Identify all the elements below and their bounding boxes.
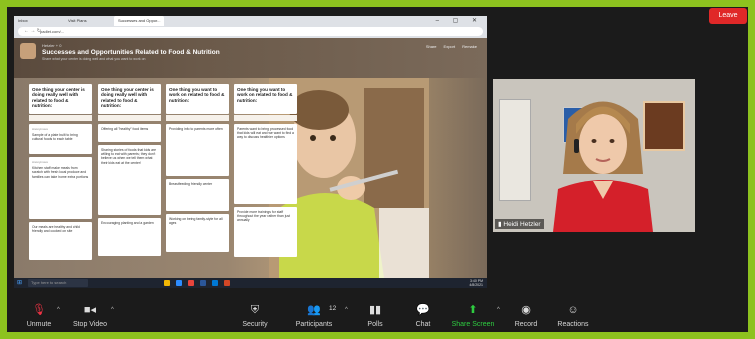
post-card[interactable]: Our meals are healthy and child friendly… [29, 222, 92, 260]
post-author: Anonymous [32, 160, 48, 164]
unmute-button[interactable]: 🎙 Unmute [19, 303, 59, 328]
participant-name: ▮ Heidi Hetzler [495, 219, 544, 229]
nav-arrows-icon[interactable]: ← → ↻ [24, 27, 41, 36]
post-text: Offering all "healthy" food items [101, 127, 149, 131]
address-bar[interactable]: ← → ↻ padlet.com/... [18, 27, 483, 36]
post-text: Provide more trainings for staff through… [237, 210, 290, 223]
outlook-icon[interactable] [212, 280, 218, 286]
post-text: Breastfeeding friendly center [169, 182, 213, 186]
post-text: Sample of a plate built to bring cultura… [32, 133, 78, 142]
post-text: Providing info to parents more often [169, 127, 223, 131]
zoom-icon[interactable] [176, 280, 182, 286]
powerpoint-icon[interactable] [224, 280, 230, 286]
shared-screen: Inbox Visit Plans Successes and Oppor...… [14, 16, 487, 288]
participant-figure [553, 101, 653, 232]
padlet-board: One thing your center is doing really we… [14, 78, 487, 278]
post-text: Encouraging planting and a garden [101, 221, 154, 225]
browser-chrome: Inbox Visit Plans Successes and Oppor...… [14, 16, 487, 38]
record-button[interactable]: ◉ Record [507, 303, 545, 328]
column-4: One thing you want to work on related to… [234, 84, 297, 257]
record-icon: ◉ [521, 304, 531, 316]
column-1: One thing your center is doing really we… [29, 84, 92, 260]
window-controls[interactable]: – ▢ ✕ [436, 17, 483, 24]
background-door [499, 99, 531, 201]
zoom-window: Inbox Visit Plans Successes and Oppor...… [7, 7, 748, 332]
browser-tab[interactable]: Inbox [14, 16, 64, 26]
smiley-plus-icon: ☺ [567, 304, 579, 316]
post-card[interactable]: Working on being family-style for all ag… [166, 214, 229, 252]
post-card[interactable]: Anonymous Sample of a plate built to bri… [29, 124, 92, 154]
polls-button[interactable]: ▮▮ Polls [357, 303, 393, 328]
column-3: One thing you want to work on related to… [166, 84, 229, 252]
shield-icon: ⛨ [250, 304, 260, 316]
leave-button[interactable]: Leave [709, 8, 747, 24]
participants-count: 12 [329, 305, 337, 312]
padlet-subtitle: Share what your center is doing well and… [42, 57, 146, 61]
windows-start-icon[interactable]: ⊞ [17, 280, 23, 286]
add-post-button[interactable] [98, 115, 161, 121]
file-explorer-icon[interactable] [164, 280, 170, 286]
post-author: Anonymous [32, 127, 48, 131]
participants-options-caret[interactable]: ^ [345, 307, 348, 313]
security-button[interactable]: ⛨ Security [233, 303, 277, 328]
padlet-title: Successes and Opportunities Related to F… [42, 49, 220, 56]
post-card[interactable]: Provide more trainings for staff through… [234, 207, 297, 257]
audio-options-caret[interactable]: ^ [57, 307, 60, 313]
word-icon[interactable] [200, 280, 206, 286]
column-title: One thing your center is doing really we… [98, 84, 161, 114]
post-card[interactable]: Breastfeeding friendly center [166, 179, 229, 211]
column-title: One thing you want to work on related to… [166, 84, 229, 114]
column-title: One thing your center is doing really we… [29, 84, 92, 114]
taskbar-search[interactable]: Type here to search [28, 279, 88, 287]
column-2: One thing your center is doing really we… [98, 84, 161, 256]
windows-taskbar: ⊞ Type here to search 3:40 PM 4/8/2021 [14, 278, 487, 288]
post-card[interactable]: Providing info to parents more often [166, 124, 229, 176]
chat-bubble-icon: 💬 [416, 304, 430, 316]
column-title: One thing you want to work on related to… [234, 84, 297, 114]
share-screen-button[interactable]: ⬆ Share Screen [447, 303, 499, 328]
post-text: Working on being family-style for all ag… [169, 217, 223, 226]
padlet-avatar [20, 43, 36, 59]
signal-icon: ▮ [498, 221, 502, 228]
post-text: Our meals are healthy and child friendly… [32, 225, 80, 234]
video-options-caret[interactable]: ^ [111, 307, 114, 313]
browser-tabs: Inbox Visit Plans Successes and Oppor... [14, 16, 164, 26]
browser-tab-active[interactable]: Successes and Oppor... [114, 16, 164, 26]
post-card[interactable]: Offering all "healthy" food items [98, 124, 161, 142]
share-options-caret[interactable]: ^ [497, 307, 500, 313]
taskbar-apps [164, 280, 230, 286]
post-card[interactable]: Sharing stories of foods that kids are w… [98, 145, 161, 215]
post-text: Parents want to bring processed food tha… [237, 127, 294, 140]
video-camera-icon: ■◂ [83, 304, 97, 316]
post-text: Sharing stories of foods that kids are w… [101, 148, 157, 165]
post-card[interactable]: Parents want to bring processed food tha… [234, 124, 297, 204]
post-card[interactable]: Anonymous Kitchen staff make meals from … [29, 157, 92, 219]
zoom-toolbar: 🎙 Unmute ^ ■◂ Stop Video ^ ⛨ Security 👥 … [7, 299, 748, 332]
share-link[interactable]: Share [426, 44, 437, 49]
chrome-icon[interactable] [188, 280, 194, 286]
export-link[interactable]: Export [444, 44, 456, 49]
post-card[interactable]: Encouraging planting and a garden [98, 218, 161, 256]
add-post-button[interactable] [166, 115, 229, 121]
reactions-button[interactable]: ☺ Reactions [551, 303, 595, 328]
url-text: padlet.com/... [40, 29, 65, 34]
browser-tab[interactable]: Visit Plans [64, 16, 114, 26]
post-text: Kitchen staff make meals from scratch wi… [32, 166, 89, 179]
taskbar-clock[interactable]: 3:40 PM 4/8/2021 [469, 279, 483, 287]
padlet-author: Hetzler + 0 [42, 43, 62, 48]
remake-link[interactable]: Remake [462, 44, 477, 49]
chat-button[interactable]: 💬 Chat [405, 303, 441, 328]
share-screen-icon: ⬆ [468, 304, 478, 316]
clock-date: 4/8/2021 [469, 283, 483, 287]
participant-video[interactable]: ▮ Heidi Hetzler [493, 79, 695, 232]
bar-chart-icon: ▮▮ [368, 304, 382, 316]
padlet-actions: Share Export Remake [426, 44, 477, 49]
add-post-button[interactable] [234, 115, 297, 121]
padlet-header: Hetzler + 0 Successes and Opportunities … [14, 38, 487, 78]
add-post-button[interactable] [29, 115, 92, 121]
stop-video-button[interactable]: ■◂ Stop Video [67, 303, 113, 328]
microphone-muted-icon: 🎙 [32, 304, 46, 316]
